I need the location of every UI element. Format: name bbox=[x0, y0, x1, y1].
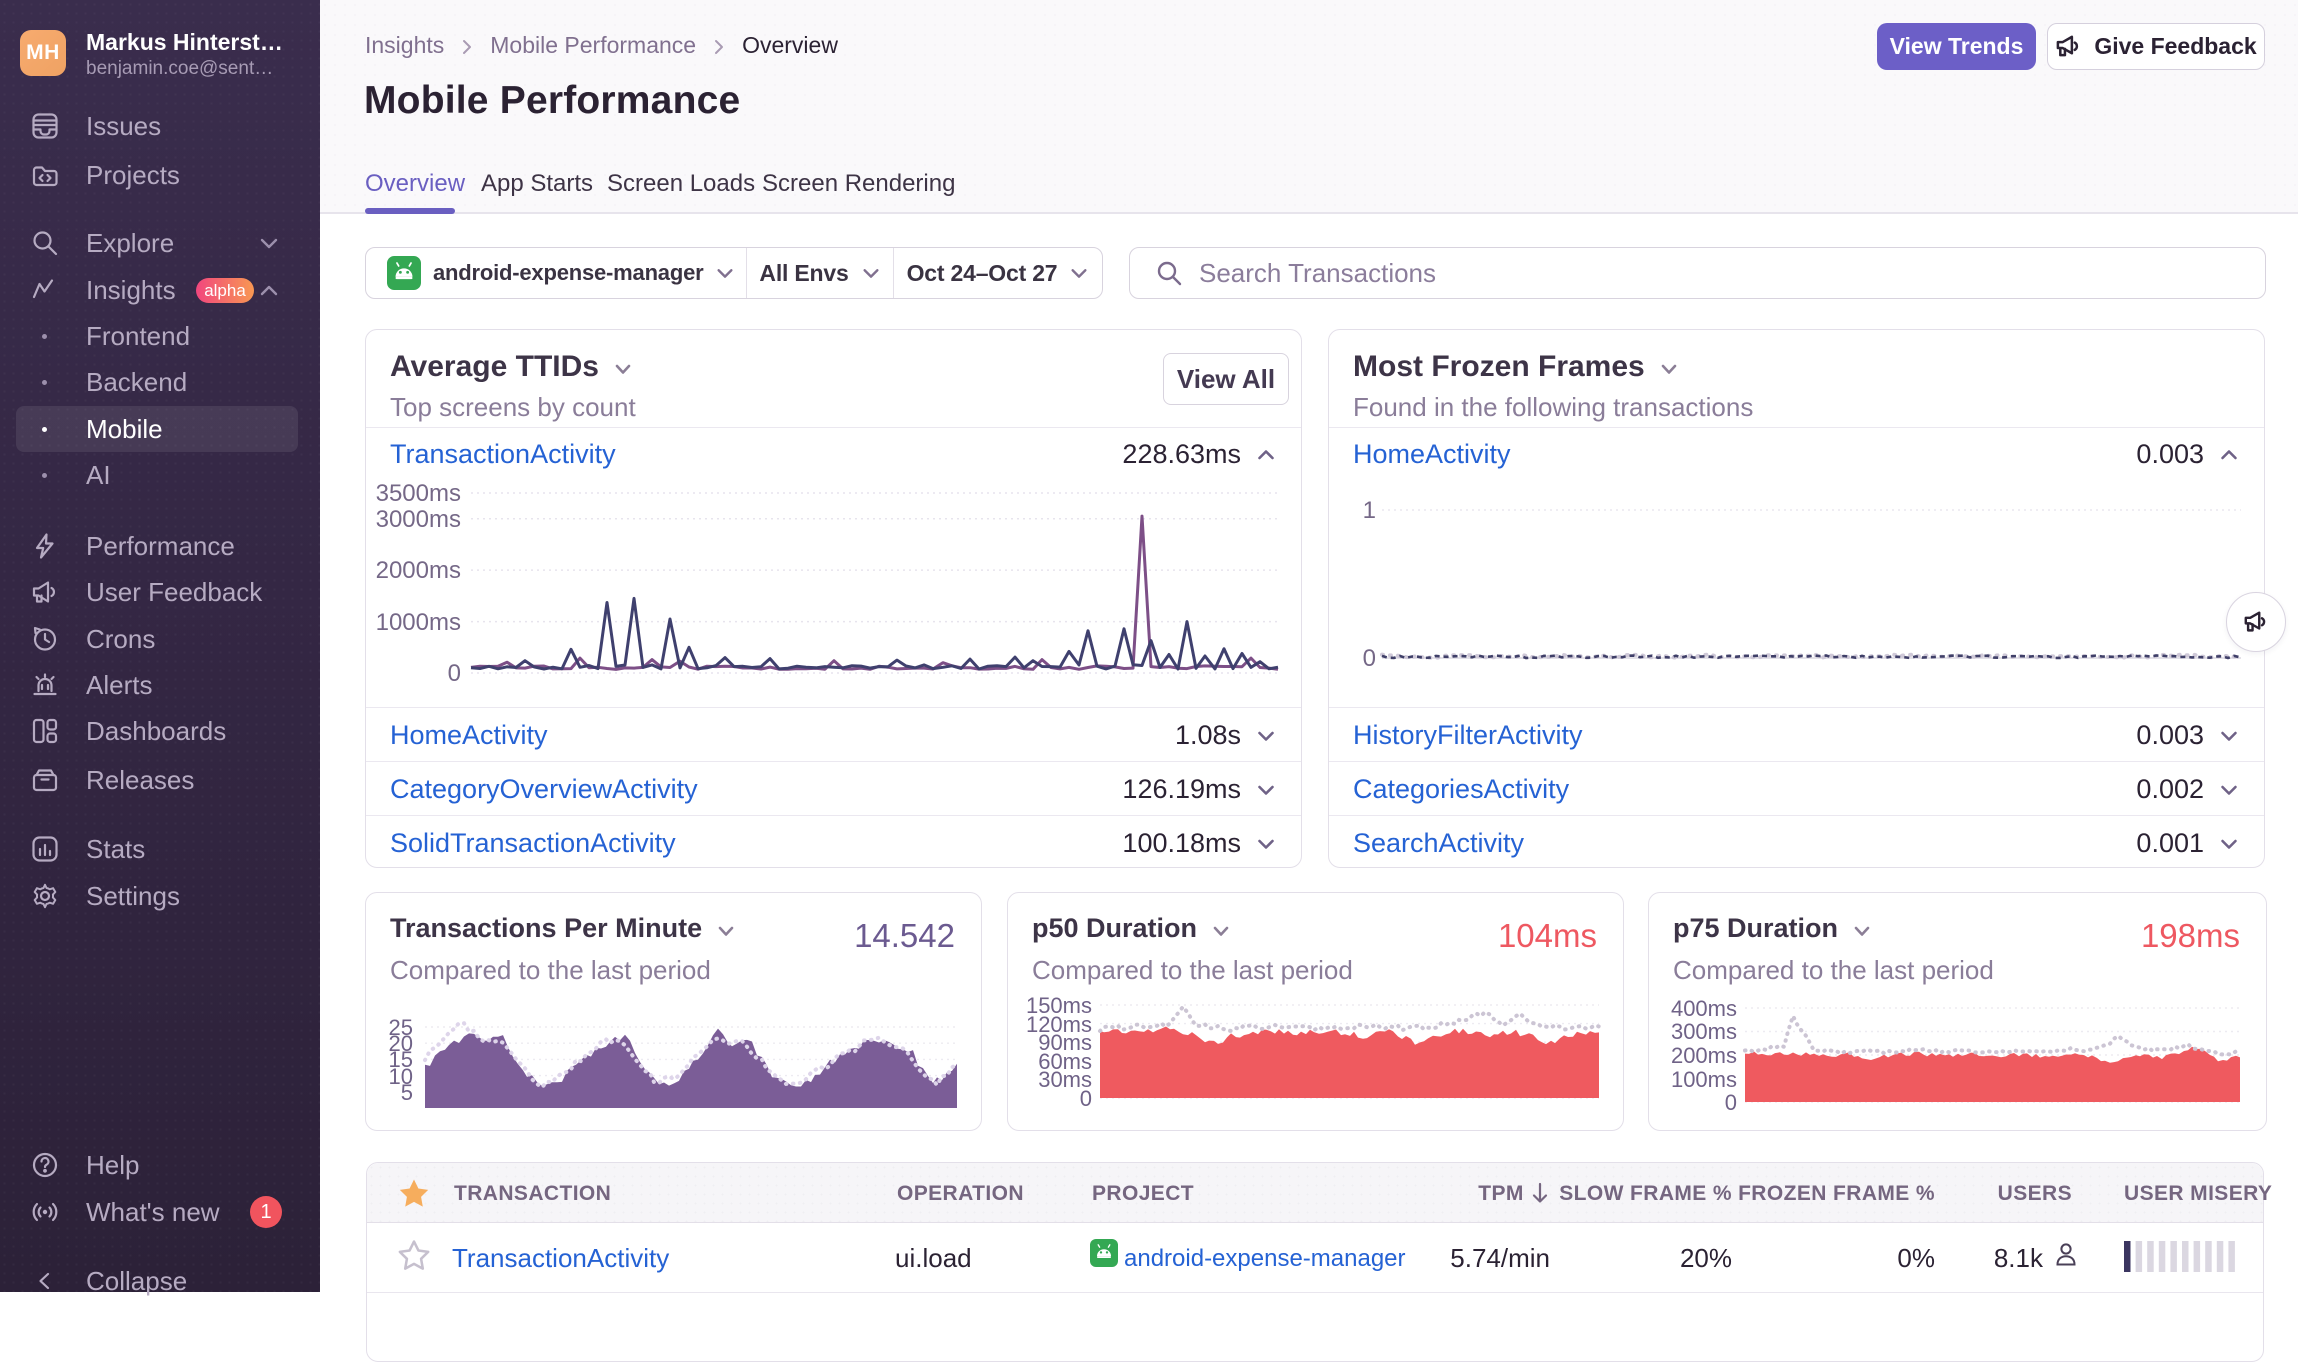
svg-text:300ms: 300ms bbox=[1671, 1019, 1737, 1044]
svg-text:200ms: 200ms bbox=[1671, 1043, 1737, 1068]
svg-text:0: 0 bbox=[1363, 645, 1376, 672]
svg-text:0: 0 bbox=[1080, 1086, 1092, 1111]
svg-text:5: 5 bbox=[401, 1080, 413, 1105]
svg-text:3500ms: 3500ms bbox=[376, 480, 461, 507]
svg-text:0: 0 bbox=[448, 660, 461, 687]
svg-text:1: 1 bbox=[1363, 497, 1376, 524]
svg-text:1000ms: 1000ms bbox=[376, 609, 461, 636]
svg-text:3000ms: 3000ms bbox=[376, 506, 461, 533]
svg-text:0: 0 bbox=[1725, 1090, 1737, 1115]
svg-text:400ms: 400ms bbox=[1671, 996, 1737, 1021]
svg-text:2000ms: 2000ms bbox=[376, 557, 461, 584]
svg-text:100ms: 100ms bbox=[1671, 1067, 1737, 1092]
